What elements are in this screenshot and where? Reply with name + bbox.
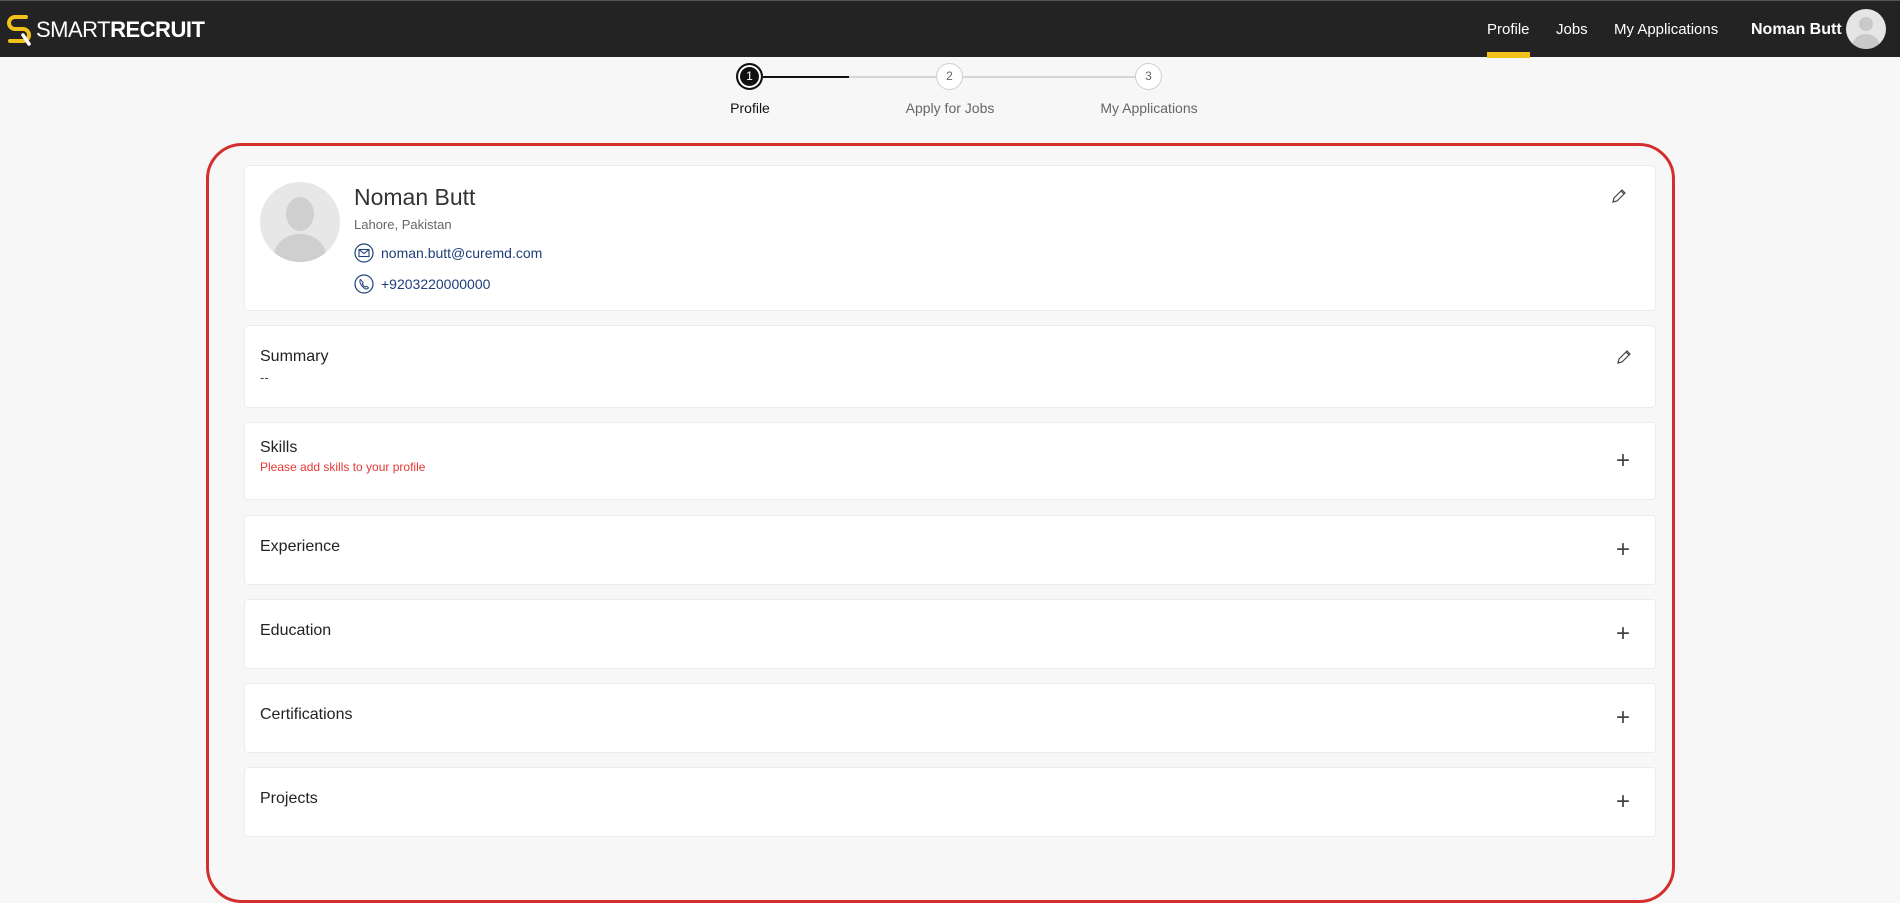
experience-title: Experience bbox=[260, 538, 341, 555]
phone-icon bbox=[354, 274, 374, 294]
projects-card: Projects + bbox=[244, 767, 1656, 837]
step-connector bbox=[849, 76, 949, 78]
edit-summary-pencil-icon[interactable] bbox=[1615, 348, 1633, 366]
contact-email[interactable]: noman.butt@curemd.com bbox=[354, 243, 542, 263]
projects-title: Projects bbox=[260, 790, 318, 807]
user-name[interactable]: Noman Butt bbox=[1751, 1, 1842, 57]
step-2-circle[interactable]: 2 bbox=[936, 63, 963, 90]
skills-card: Skills Please add skills to your profile… bbox=[244, 422, 1656, 500]
user-silhouette-icon bbox=[1852, 17, 1880, 49]
education-title: Education bbox=[260, 622, 332, 639]
add-education-plus-icon[interactable]: + bbox=[1613, 622, 1633, 646]
user-avatar[interactable] bbox=[1846, 9, 1886, 49]
email-text[interactable]: noman.butt@curemd.com bbox=[381, 245, 542, 261]
summary-card: Summary -- bbox=[244, 325, 1656, 408]
step-3-label[interactable]: My Applications bbox=[1100, 100, 1197, 116]
step-connector bbox=[963, 76, 1149, 78]
experience-card: Experience + bbox=[244, 515, 1656, 585]
skills-hint: Please add skills to your profile bbox=[260, 460, 426, 474]
skills-title: Skills bbox=[260, 439, 298, 456]
nav-profile[interactable]: Profile bbox=[1487, 1, 1530, 58]
add-projects-plus-icon[interactable]: + bbox=[1613, 790, 1633, 814]
email-icon bbox=[354, 243, 374, 263]
edit-profile-pencil-icon[interactable] bbox=[1610, 187, 1628, 205]
profile-card: Noman Butt Lahore, Pakistan noman.butt@c… bbox=[244, 165, 1656, 311]
logo-icon bbox=[7, 15, 31, 46]
smart-recruit-logo[interactable]: SMARTRECRUIT bbox=[6, 13, 205, 47]
phone-text[interactable]: +9203220000000 bbox=[381, 276, 490, 292]
step-1-label[interactable]: Profile bbox=[730, 100, 770, 116]
add-certifications-plus-icon[interactable]: + bbox=[1613, 706, 1633, 730]
step-3-circle[interactable]: 3 bbox=[1135, 63, 1162, 90]
add-skills-plus-icon[interactable]: + bbox=[1613, 449, 1633, 473]
progress-stepper: 1 2 3 Profile Apply for Jobs My Applicat… bbox=[0, 57, 1900, 127]
logo-text: SMARTRECRUIT bbox=[36, 17, 205, 42]
step-1-circle[interactable]: 1 bbox=[736, 63, 763, 90]
summary-value: -- bbox=[260, 370, 269, 385]
person-silhouette-icon bbox=[272, 197, 328, 262]
profile-location: Lahore, Pakistan bbox=[354, 217, 452, 232]
step-connector-done bbox=[763, 76, 849, 78]
summary-title: Summary bbox=[260, 348, 329, 365]
profile-avatar bbox=[260, 182, 340, 262]
nav-jobs[interactable]: Jobs bbox=[1556, 1, 1588, 57]
certifications-card: Certifications + bbox=[244, 683, 1656, 753]
profile-name: Noman Butt bbox=[354, 184, 476, 210]
add-experience-plus-icon[interactable]: + bbox=[1613, 538, 1633, 562]
education-card: Education + bbox=[244, 599, 1656, 669]
step-2-label[interactable]: Apply for Jobs bbox=[906, 100, 995, 116]
certifications-title: Certifications bbox=[260, 706, 353, 723]
contact-phone[interactable]: +9203220000000 bbox=[354, 274, 490, 294]
nav-my-applications[interactable]: My Applications bbox=[1614, 1, 1718, 57]
top-navbar: SMARTRECRUIT Profile Jobs My Application… bbox=[0, 0, 1900, 58]
